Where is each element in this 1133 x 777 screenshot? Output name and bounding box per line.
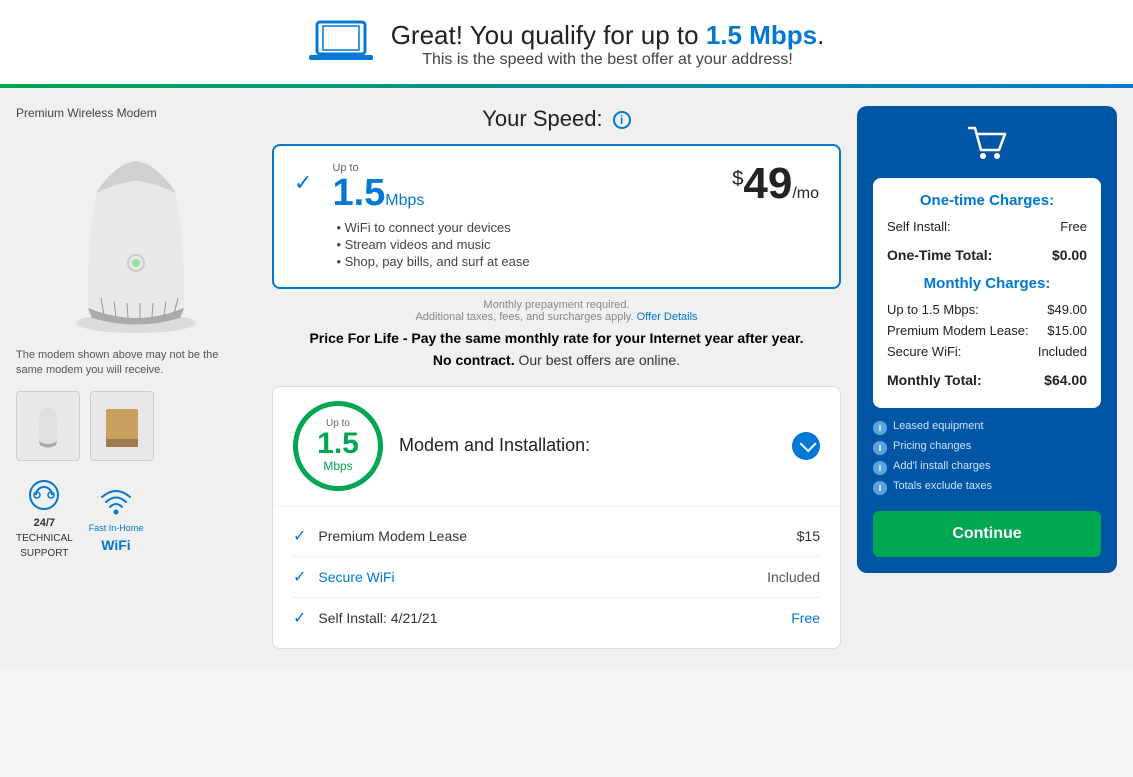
monthly-item-1: Premium Modem Lease: $15.00: [887, 323, 1087, 338]
price-block: $49/mo: [732, 162, 819, 206]
center-panel: Your Speed: i ✓ Up to 1.5Mbps WiFi to co…: [272, 106, 841, 649]
one-time-total-label: One-Time Total:: [887, 247, 992, 263]
modem-thumbnails: [16, 391, 256, 461]
header-text: Great! You qualify for up to 1.5 Mbps. T…: [391, 20, 825, 69]
offer-details-link[interactable]: Offer Details: [637, 311, 698, 323]
header: Great! You qualify for up to 1.5 Mbps. T…: [0, 0, 1133, 88]
wifi-badge-line1: Fast In-Home: [89, 523, 144, 533]
section-item-0: ✓ Premium Modem Lease $15: [293, 516, 820, 557]
wifi-icon: [98, 483, 134, 519]
item-check-2: ✓: [293, 608, 306, 628]
note-1: i Pricing changes: [873, 440, 1101, 455]
header-title: Great! You qualify for up to 1.5 Mbps.: [391, 20, 825, 51]
item-label-2: Self Install: 4/21/21: [318, 610, 791, 626]
monthly-item-2: Secure WiFi: Included: [887, 344, 1087, 359]
support-icon: [26, 477, 62, 513]
header-subtitle: This is the speed with the best offer at…: [391, 51, 825, 69]
note-2: i Add'l install charges: [873, 460, 1101, 475]
modem-label: Premium Wireless Modem: [16, 106, 256, 120]
collapse-button[interactable]: [792, 432, 820, 460]
note-icon-3: i: [873, 481, 887, 495]
item-check-1: ✓: [293, 567, 306, 587]
item-label-1[interactable]: Secure WiFi: [318, 569, 767, 585]
item-price-0: $15: [797, 528, 820, 544]
speed-bullets: WiFi to connect your devices Stream vide…: [332, 220, 712, 269]
laptop-icon: [309, 18, 373, 70]
prepayment-note: Monthly prepayment required. Additional …: [272, 299, 841, 323]
monthly-label-1: Premium Modem Lease:: [887, 323, 1029, 338]
speed-section: Up to 1.5 Mbps Modem and Installation: ✓…: [272, 386, 841, 649]
speed-circle: Up to 1.5 Mbps: [293, 401, 383, 491]
one-time-title: One-time Charges:: [887, 192, 1087, 209]
section-title-row: Modem and Installation:: [399, 432, 820, 460]
price-for-life-label: Price For Life - Pay the same monthly ra…: [309, 330, 803, 346]
monthly-value-0: $49.00: [1047, 302, 1087, 317]
section-title: Modem and Installation:: [399, 435, 590, 456]
bullet-2: Stream videos and music: [336, 237, 712, 252]
monthly-total-value: $64.00: [1044, 372, 1087, 388]
section-item-1: ✓ Secure WiFi Included: [293, 557, 820, 598]
cart-panel: One-time Charges: Self Install: Free One…: [857, 106, 1117, 573]
right-panel: One-time Charges: Self Install: Free One…: [857, 106, 1117, 649]
one-time-total-value: $0.00: [1052, 247, 1087, 263]
section-item-2: ✓ Self Install: 4/21/21 Free: [293, 598, 820, 638]
monthly-title: Monthly Charges:: [887, 275, 1087, 292]
badge-wifi: Fast In-Home WiFi: [89, 483, 144, 553]
modem-disclaimer: The modem shown above may not be the sam…: [16, 348, 236, 379]
section-items: ✓ Premium Modem Lease $15 ✓ Secure WiFi …: [273, 506, 840, 648]
note-3: i Totals exclude taxes: [873, 480, 1101, 495]
main-content: Premium Wireless Modem: [0, 88, 1133, 667]
item-price-1: Included: [767, 569, 820, 585]
thumb-white-modem[interactable]: [16, 391, 80, 461]
speed-section-header: Up to 1.5 Mbps Modem and Installation:: [273, 387, 840, 506]
left-panel: Premium Wireless Modem: [16, 106, 256, 649]
support-badge-line2: TECHNICAL: [16, 533, 73, 544]
note-icon-2: i: [873, 461, 887, 475]
no-contract-label: No contract.: [433, 352, 515, 368]
monthly-total-label: Monthly Total:: [887, 372, 982, 388]
monthly-value-1: $15.00: [1047, 323, 1087, 338]
support-badge-line3: SUPPORT: [20, 548, 68, 559]
item-check-0: ✓: [293, 526, 306, 546]
price-for-life: Price For Life - Pay the same monthly ra…: [272, 327, 841, 372]
continue-button[interactable]: Continue: [873, 511, 1101, 557]
badge-support: 24/7 TECHNICAL SUPPORT: [16, 477, 73, 559]
cart-icon: [965, 122, 1009, 166]
monthly-total-row: Monthly Total: $64.00: [887, 365, 1087, 388]
modem-image: [36, 128, 236, 338]
note-icon-0: i: [873, 421, 887, 435]
monthly-label-0: Up to 1.5 Mbps:: [887, 302, 979, 317]
note-0: i Leased equipment: [873, 420, 1101, 435]
self-install-label: Self Install:: [887, 219, 951, 234]
monthly-item-0: Up to 1.5 Mbps: $49.00: [887, 302, 1087, 317]
monthly-value-2: Included: [1038, 344, 1087, 359]
support-badge-line1: 24/7: [34, 517, 55, 529]
speed-check-icon: ✓: [294, 170, 312, 196]
item-label-0: Premium Modem Lease: [318, 528, 796, 544]
speed-title: Your Speed: i: [272, 106, 841, 132]
speed-info: Up to 1.5Mbps WiFi to connect your devic…: [332, 162, 712, 271]
self-install-value: Free: [1060, 219, 1087, 234]
one-time-charges-box: One-time Charges: Self Install: Free One…: [873, 178, 1101, 408]
bullet-1: WiFi to connect your devices: [336, 220, 712, 235]
bullet-3: Shop, pay bills, and surf at ease: [336, 254, 712, 269]
speed-info-icon[interactable]: i: [613, 111, 631, 129]
info-notes: i Leased equipment i Pricing changes i A…: [873, 420, 1101, 495]
badges: 24/7 TECHNICAL SUPPORT Fast In-Home WiFi: [16, 477, 256, 559]
thumb-yellow-modem[interactable]: [90, 391, 154, 461]
one-time-total-row: One-Time Total: $0.00: [887, 240, 1087, 263]
note-icon-1: i: [873, 441, 887, 455]
item-price-2: Free: [791, 610, 820, 626]
speed-card: ✓ Up to 1.5Mbps WiFi to connect your dev…: [272, 144, 841, 289]
wifi-badge-line2: WiFi: [101, 537, 130, 553]
cart-icon-row: [873, 122, 1101, 166]
self-install-row: Self Install: Free: [887, 219, 1087, 234]
monthly-label-2: Secure WiFi:: [887, 344, 961, 359]
